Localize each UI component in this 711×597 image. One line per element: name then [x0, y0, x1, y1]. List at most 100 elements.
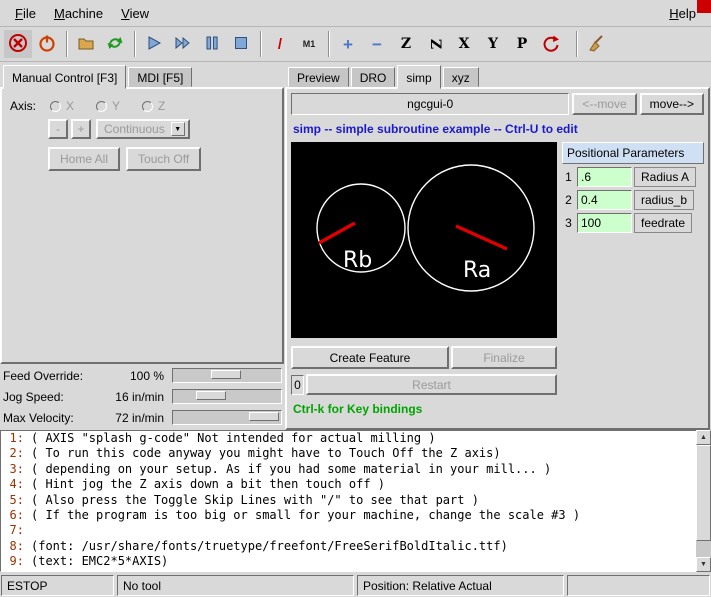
param-index: 3	[562, 216, 575, 230]
axis-z-label: Z	[158, 99, 165, 113]
zoom-out-button[interactable]: −	[363, 30, 391, 58]
jog-minus-button[interactable]: -	[48, 119, 68, 139]
view-z-button[interactable]: Z	[392, 30, 420, 58]
axis-radio-z[interactable]: Z	[142, 99, 165, 113]
toolbar-separator	[260, 31, 262, 57]
line-number: 2:	[1, 446, 31, 461]
move-right-button[interactable]: move-->	[640, 93, 704, 115]
tab-mdi[interactable]: MDI [F5]	[128, 67, 192, 87]
view-z2-button[interactable]: Z	[421, 30, 449, 58]
open-file-button[interactable]	[72, 30, 100, 58]
jog-speed-value: 16 in/min	[115, 390, 164, 404]
clear-plot-button[interactable]	[582, 30, 610, 58]
reload-button[interactable]	[101, 30, 129, 58]
jog-mode-value: Continuous	[104, 122, 165, 136]
line-number: 8:	[1, 539, 31, 554]
gcode-line: 1: ( AXIS "splash g-code" Not intended f…	[1, 431, 710, 446]
view-y-button[interactable]: Y	[479, 30, 507, 58]
machine-power-button[interactable]	[33, 30, 61, 58]
toggle-optional-pause-button[interactable]: M1	[295, 30, 323, 58]
max-velocity-slider[interactable]	[172, 410, 282, 425]
stop-icon	[231, 33, 251, 56]
gcode-line: 5: ( Also press the Toggle Skip Lines wi…	[1, 493, 710, 508]
scroll-up-icon[interactable]: ▲	[696, 430, 711, 445]
status-bar: ESTOP No tool Position: Relative Actual	[0, 574, 711, 597]
pause-button[interactable]	[198, 30, 226, 58]
finalize-button[interactable]: Finalize	[451, 346, 557, 369]
param-3-name: feedrate	[634, 213, 692, 233]
ngcgui-middle: Rb Ra Positional Parameters 1 .6 Radius …	[291, 142, 704, 338]
zoom-out-icon: −	[372, 36, 382, 53]
line-number: 6:	[1, 508, 31, 523]
params-header: Positional Parameters	[562, 142, 704, 164]
line-text: ( Hint jog the Z axis down a bit then to…	[31, 477, 385, 492]
scroll-down-icon[interactable]: ▼	[696, 557, 711, 572]
param-2-input[interactable]: 0.4	[577, 190, 632, 210]
tab-dro[interactable]: DRO	[351, 67, 396, 87]
home-all-button[interactable]: Home All	[48, 147, 120, 171]
param-1-input[interactable]: .6	[577, 167, 632, 187]
tab-manual-control[interactable]: Manual Control [F3]	[3, 65, 126, 89]
max-velocity-slider-thumb[interactable]	[249, 412, 279, 421]
max-velocity-label: Max Velocity:	[3, 411, 74, 425]
axis-radio-x[interactable]: X	[50, 99, 74, 113]
jog-plus-button[interactable]: +	[71, 119, 91, 139]
axis-x-label: X	[66, 99, 74, 113]
tab-simp[interactable]: simp	[397, 65, 440, 89]
axis-y-label: Y	[112, 99, 120, 113]
view-z-icon: Z	[401, 36, 411, 52]
feed-override-slider[interactable]	[172, 368, 282, 383]
run-button[interactable]	[140, 30, 168, 58]
home-row: Home All Touch Off	[48, 147, 274, 171]
chevron-down-icon: ▼	[171, 122, 185, 136]
jog-speed-slider[interactable]	[172, 389, 282, 404]
manual-control-body: Axis: X Y Z - + Continuous ▼ Home All	[0, 87, 284, 364]
toolbar-separator	[134, 31, 136, 57]
menu-machine[interactable]: Machine	[45, 2, 112, 25]
create-feature-button[interactable]: Create Feature	[291, 346, 449, 369]
gcode-line: 2: ( To run this code anyway you might h…	[1, 446, 710, 461]
line-number: 5:	[1, 493, 31, 508]
step-button[interactable]	[169, 30, 197, 58]
gcode-line: 7:	[1, 523, 710, 538]
axis-row: Axis: X Y Z	[10, 99, 274, 113]
menu-file[interactable]: File	[6, 2, 45, 25]
subroutine-info: simp -- simple subroutine example -- Ctr…	[293, 122, 704, 136]
feed-override-row: Feed Override: 100 %	[0, 365, 285, 386]
jog-mode-combobox[interactable]: Continuous ▼	[96, 119, 190, 139]
param-3-input[interactable]: 100	[577, 213, 632, 233]
toolbar-separator	[66, 31, 68, 57]
scrollbar-thumb[interactable]	[696, 445, 711, 541]
perspective-icon: P	[517, 36, 528, 52]
gcode-listing[interactable]: 1: ( AXIS "splash g-code" Not intended f…	[0, 430, 711, 572]
estop-button[interactable]	[4, 30, 32, 58]
line-text: ( If the program is too big or small for…	[31, 508, 580, 523]
status-estop: ESTOP	[1, 575, 114, 596]
view-y-icon: Y	[488, 36, 498, 52]
pause-icon	[202, 33, 222, 56]
axis-radio-y[interactable]: Y	[96, 99, 120, 113]
restart-button[interactable]: Restart	[306, 374, 557, 395]
corner-red-indicator	[697, 0, 711, 13]
tab-preview[interactable]: Preview	[288, 67, 349, 87]
menu-view[interactable]: View	[112, 2, 158, 25]
view-perspective-button[interactable]: P	[508, 30, 536, 58]
move-left-button[interactable]: <--move	[572, 93, 636, 115]
param-row: 3 100 feedrate	[562, 213, 704, 233]
gcode-scrollbar[interactable]: ▲ ▼	[696, 430, 711, 572]
feed-override-slider-thumb[interactable]	[211, 370, 241, 379]
toolbar: / M1 + − Z Z X Y P	[0, 27, 711, 62]
jog-speed-slider-thumb[interactable]	[196, 391, 226, 400]
view-x-button[interactable]: X	[450, 30, 478, 58]
touch-off-button[interactable]: Touch Off	[126, 147, 201, 171]
radius-a-label: Ra	[463, 258, 491, 283]
folder-icon	[76, 33, 96, 56]
radio-indicator-icon	[142, 101, 153, 112]
tab-xyz[interactable]: xyz	[443, 67, 479, 87]
stop-button[interactable]	[227, 30, 255, 58]
rotate-view-button[interactable]	[537, 30, 565, 58]
toggle-skip-lines-button[interactable]: /	[266, 30, 294, 58]
radio-indicator-icon	[96, 101, 107, 112]
param-row: 1 .6 Radius A	[562, 167, 704, 187]
zoom-in-button[interactable]: +	[334, 30, 362, 58]
